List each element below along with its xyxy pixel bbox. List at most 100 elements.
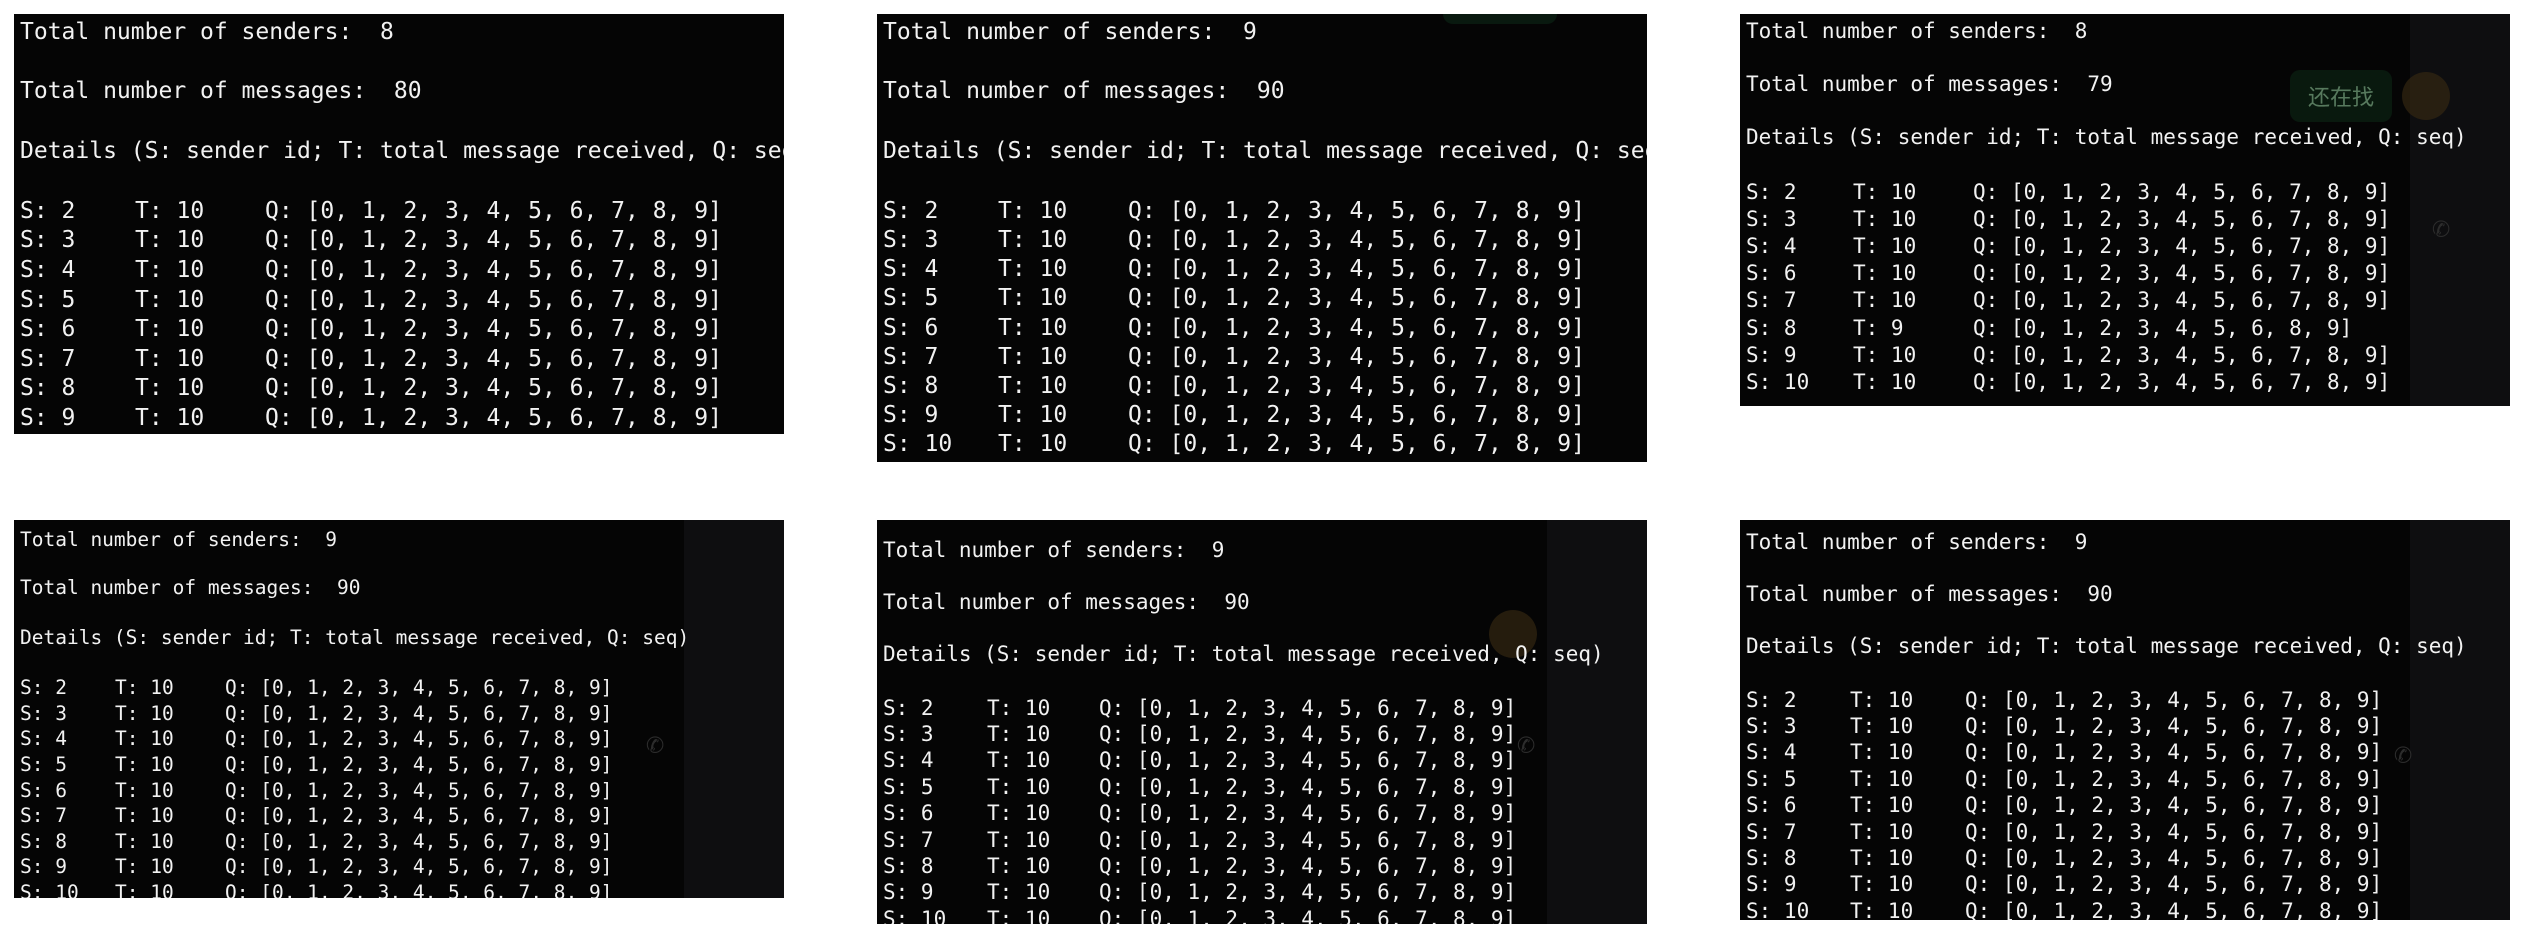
sender-id: S: 8 — [1746, 845, 1797, 870]
sequence-list: Q: [0, 1, 2, 3, 4, 5, 6, 7, 8, 9] — [1099, 880, 1517, 905]
sequence-list: Q: [0, 1, 2, 3, 4, 5, 6, 7, 8, 9] — [225, 727, 613, 751]
total-received: T: 10 — [987, 801, 1051, 826]
details-legend: Details (S: sender id; T: total message … — [883, 138, 1647, 165]
sender-id: S: 9 — [883, 880, 934, 905]
total-received: T: 10 — [1850, 687, 1914, 712]
sequence-list: Q: [0, 1, 2, 3, 4, 5, 6, 7, 8, 9] — [1965, 740, 2383, 765]
sender-id: S: 6 — [20, 316, 76, 343]
total-received: T: 10 — [987, 880, 1051, 905]
sequence-list: Q: [0, 1, 2, 3, 4, 5, 6, 7, 8, 9] — [265, 375, 722, 402]
total-received: T: 10 — [1850, 740, 1914, 765]
sender-id: S: 9 — [20, 855, 67, 879]
sequence-list: Q: [0, 1, 2, 3, 4, 5, 6, 7, 8, 9] — [1099, 748, 1517, 773]
details-legend: Details (S: sender id; T: total message … — [20, 625, 690, 649]
total-received: T: 10 — [998, 372, 1068, 399]
sender-rows: S: 2 T: 10 Q: [0, 1, 2, 3, 4, 5, 6, 7, 8, … — [883, 197, 1647, 460]
sender-row: S: 9 T: 10 Q: [0, 1, 2, 3, 4, 5, 6, 7, 8, … — [20, 854, 784, 880]
sender-row: S: 7 T: 10 Q: [0, 1, 2, 3, 4, 5, 6, 7, 8, … — [883, 343, 1647, 372]
sender-id: S: 10 — [1746, 898, 1810, 920]
sender-id: S: 4 — [20, 256, 76, 283]
sequence-list: Q: [0, 1, 2, 3, 4, 5, 6, 8, 9] — [1973, 315, 2353, 340]
sender-id: S: 2 — [883, 695, 934, 720]
sender-row: S: 6 T: 10 Q: [0, 1, 2, 3, 4, 5, 6, 7, 8, … — [1746, 792, 2510, 818]
sequence-list: Q: [0, 1, 2, 3, 4, 5, 6, 7, 8, 9] — [1965, 845, 2383, 870]
sequence-list: Q: [0, 1, 2, 3, 4, 5, 6, 7, 8, 9] — [225, 701, 613, 725]
sequence-list: Q: [0, 1, 2, 3, 4, 5, 6, 7, 8, 9] — [1099, 695, 1517, 720]
sequence-list: Q: [0, 1, 2, 3, 4, 5, 6, 7, 8, 9] — [1099, 721, 1517, 746]
sequence-list: Q: [0, 1, 2, 3, 4, 5, 6, 7, 8, 9] — [1099, 801, 1517, 826]
sender-row: S: 4 T: 10 Q: [0, 1, 2, 3, 4, 5, 6, 7, 8, … — [20, 726, 784, 752]
sender-id: S: 9 — [1746, 342, 1797, 367]
total-received: T: 10 — [998, 256, 1068, 283]
sender-id: S: 3 — [20, 227, 76, 254]
sequence-list: Q: [0, 1, 2, 3, 4, 5, 6, 7, 8, 9] — [1128, 197, 1585, 224]
sender-row: S: 7 T: 10 Q: [0, 1, 2, 3, 4, 5, 6, 7, 8, … — [883, 827, 1647, 853]
sender-id: S: 9 — [1746, 872, 1797, 897]
total-received: T: 10 — [1850, 793, 1914, 818]
total-received: T: 10 — [998, 285, 1068, 312]
sender-id: S: 9 — [20, 404, 76, 431]
total-received: T: 10 — [115, 676, 174, 700]
sender-id: S: 10 — [20, 880, 79, 898]
sender-id: S: 6 — [20, 778, 67, 802]
messages-total: Total number of messages: 90 — [883, 77, 1285, 104]
sender-row: S: 9 T: 10 Q: [0, 1, 2, 3, 4, 5, 6, 7, 8, … — [20, 404, 784, 434]
total-received: T: 9 — [1853, 315, 1904, 340]
sequence-list: Q: [0, 1, 2, 3, 4, 5, 6, 7, 8, 9] — [1973, 288, 2391, 313]
sender-row: S: 8 T: 10 Q: [0, 1, 2, 3, 4, 5, 6, 7, 8, … — [883, 853, 1647, 879]
sender-row: S: 8 T: 10 Q: [0, 1, 2, 3, 4, 5, 6, 7, 8, … — [20, 829, 784, 855]
sequence-list: Q: [0, 1, 2, 3, 4, 5, 6, 7, 8, 9] — [225, 778, 613, 802]
terminal-panel-4: ✆ Total number of senders: 9 Total numbe… — [14, 520, 784, 898]
sender-row: S: 6 T: 10 Q: [0, 1, 2, 3, 4, 5, 6, 7, 8, … — [883, 314, 1647, 343]
sender-row: S: 6 T: 10 Q: [0, 1, 2, 3, 4, 5, 6, 7, 8, … — [20, 315, 784, 345]
sequence-list: Q: [0, 1, 2, 3, 4, 5, 6, 7, 8, 9] — [1099, 906, 1517, 924]
total-received: T: 10 — [115, 701, 174, 725]
sender-row: S: 7 T: 10 Q: [0, 1, 2, 3, 4, 5, 6, 7, 8, … — [1746, 819, 2510, 845]
sequence-list: Q: [0, 1, 2, 3, 4, 5, 6, 7, 8, 9] — [265, 197, 722, 224]
total-received: T: 10 — [998, 431, 1068, 458]
total-received: T: 10 — [135, 197, 205, 224]
total-received: T: 10 — [1853, 342, 1917, 367]
sequence-list: Q: [0, 1, 2, 3, 4, 5, 6, 7, 8, 9] — [265, 286, 722, 313]
total-received: T: 10 — [135, 256, 205, 283]
messages-total: Total number of messages: 90 — [1746, 582, 2113, 607]
terminal-panel-3: 还在找 ✆ Total number of senders: 8 Total n… — [1740, 14, 2510, 406]
sender-row: S: 9 T: 10 Q: [0, 1, 2, 3, 4, 5, 6, 7, 8, … — [883, 879, 1647, 905]
senders-total: Total number of senders: 9 — [20, 528, 337, 551]
sequence-list: Q: [0, 1, 2, 3, 4, 5, 6, 7, 8, 9] — [1965, 793, 2383, 818]
sender-id: S: 4 — [883, 256, 939, 283]
details-legend: Details (S: sender id; T: total message … — [20, 138, 784, 165]
total-received: T: 10 — [1850, 819, 1914, 844]
sender-rows: S: 2 T: 10 Q: [0, 1, 2, 3, 4, 5, 6, 7, 8, … — [1746, 179, 2510, 397]
sequence-list: Q: [0, 1, 2, 3, 4, 5, 6, 7, 8, 9] — [1128, 314, 1585, 341]
total-received: T: 10 — [1853, 233, 1917, 258]
senders-total: Total number of senders: 9 — [883, 19, 1257, 45]
terminal-panel-2: Total number of senders: 9 Total number … — [877, 14, 1647, 462]
sender-id: S: 6 — [883, 801, 934, 826]
sender-row: S: 10 T: 10 Q: [0, 1, 2, 3, 4, 5, 6, 7, 8,… — [1746, 898, 2510, 920]
sender-id: S: 7 — [1746, 819, 1797, 844]
sequence-list: Q: [0, 1, 2, 3, 4, 5, 6, 7, 8, 9] — [1965, 898, 2383, 920]
sequence-list: Q: [0, 1, 2, 3, 4, 5, 6, 7, 8, 9] — [265, 227, 722, 254]
sender-row: S: 5 T: 10 Q: [0, 1, 2, 3, 4, 5, 6, 7, 8, … — [20, 752, 784, 778]
sender-row: S: 8 T: 10 Q: [0, 1, 2, 3, 4, 5, 6, 7, 8, … — [1746, 845, 2510, 871]
details-legend: Details (S: sender id; T: total message … — [1746, 634, 2467, 659]
sequence-list: Q: [0, 1, 2, 3, 4, 5, 6, 7, 8, 9] — [1128, 431, 1585, 458]
total-received: T: 10 — [987, 748, 1051, 773]
total-received: T: 10 — [115, 778, 174, 802]
sequence-list: Q: [0, 1, 2, 3, 4, 5, 6, 7, 8, 9] — [1128, 372, 1585, 399]
sender-id: S: 3 — [883, 226, 939, 253]
sequence-list: Q: [0, 1, 2, 3, 4, 5, 6, 7, 8, 9] — [225, 829, 613, 853]
sender-row: S: 7 T: 10 Q: [0, 1, 2, 3, 4, 5, 6, 7, 8, … — [1746, 287, 2510, 314]
sequence-list: Q: [0, 1, 2, 3, 4, 5, 6, 7, 8, 9] — [265, 256, 722, 283]
sender-row: S: 2 T: 10 Q: [0, 1, 2, 3, 4, 5, 6, 7, 8, … — [20, 675, 784, 701]
sender-row: S: 4 T: 10 Q: [0, 1, 2, 3, 4, 5, 6, 7, 8, … — [883, 255, 1647, 284]
sequence-list: Q: [0, 1, 2, 3, 4, 5, 6, 7, 8, 9] — [225, 752, 613, 776]
sender-id: S: 4 — [1746, 740, 1797, 765]
sender-row: S: 5 T: 10 Q: [0, 1, 2, 3, 4, 5, 6, 7, 8, … — [883, 284, 1647, 313]
sequence-list: Q: [0, 1, 2, 3, 4, 5, 6, 7, 8, 9] — [1973, 261, 2391, 286]
total-received: T: 10 — [135, 345, 205, 372]
sender-id: S: 8 — [20, 375, 76, 402]
total-received: T: 10 — [115, 752, 174, 776]
sender-rows: S: 2 T: 10 Q: [0, 1, 2, 3, 4, 5, 6, 7, 8, … — [1746, 687, 2510, 920]
